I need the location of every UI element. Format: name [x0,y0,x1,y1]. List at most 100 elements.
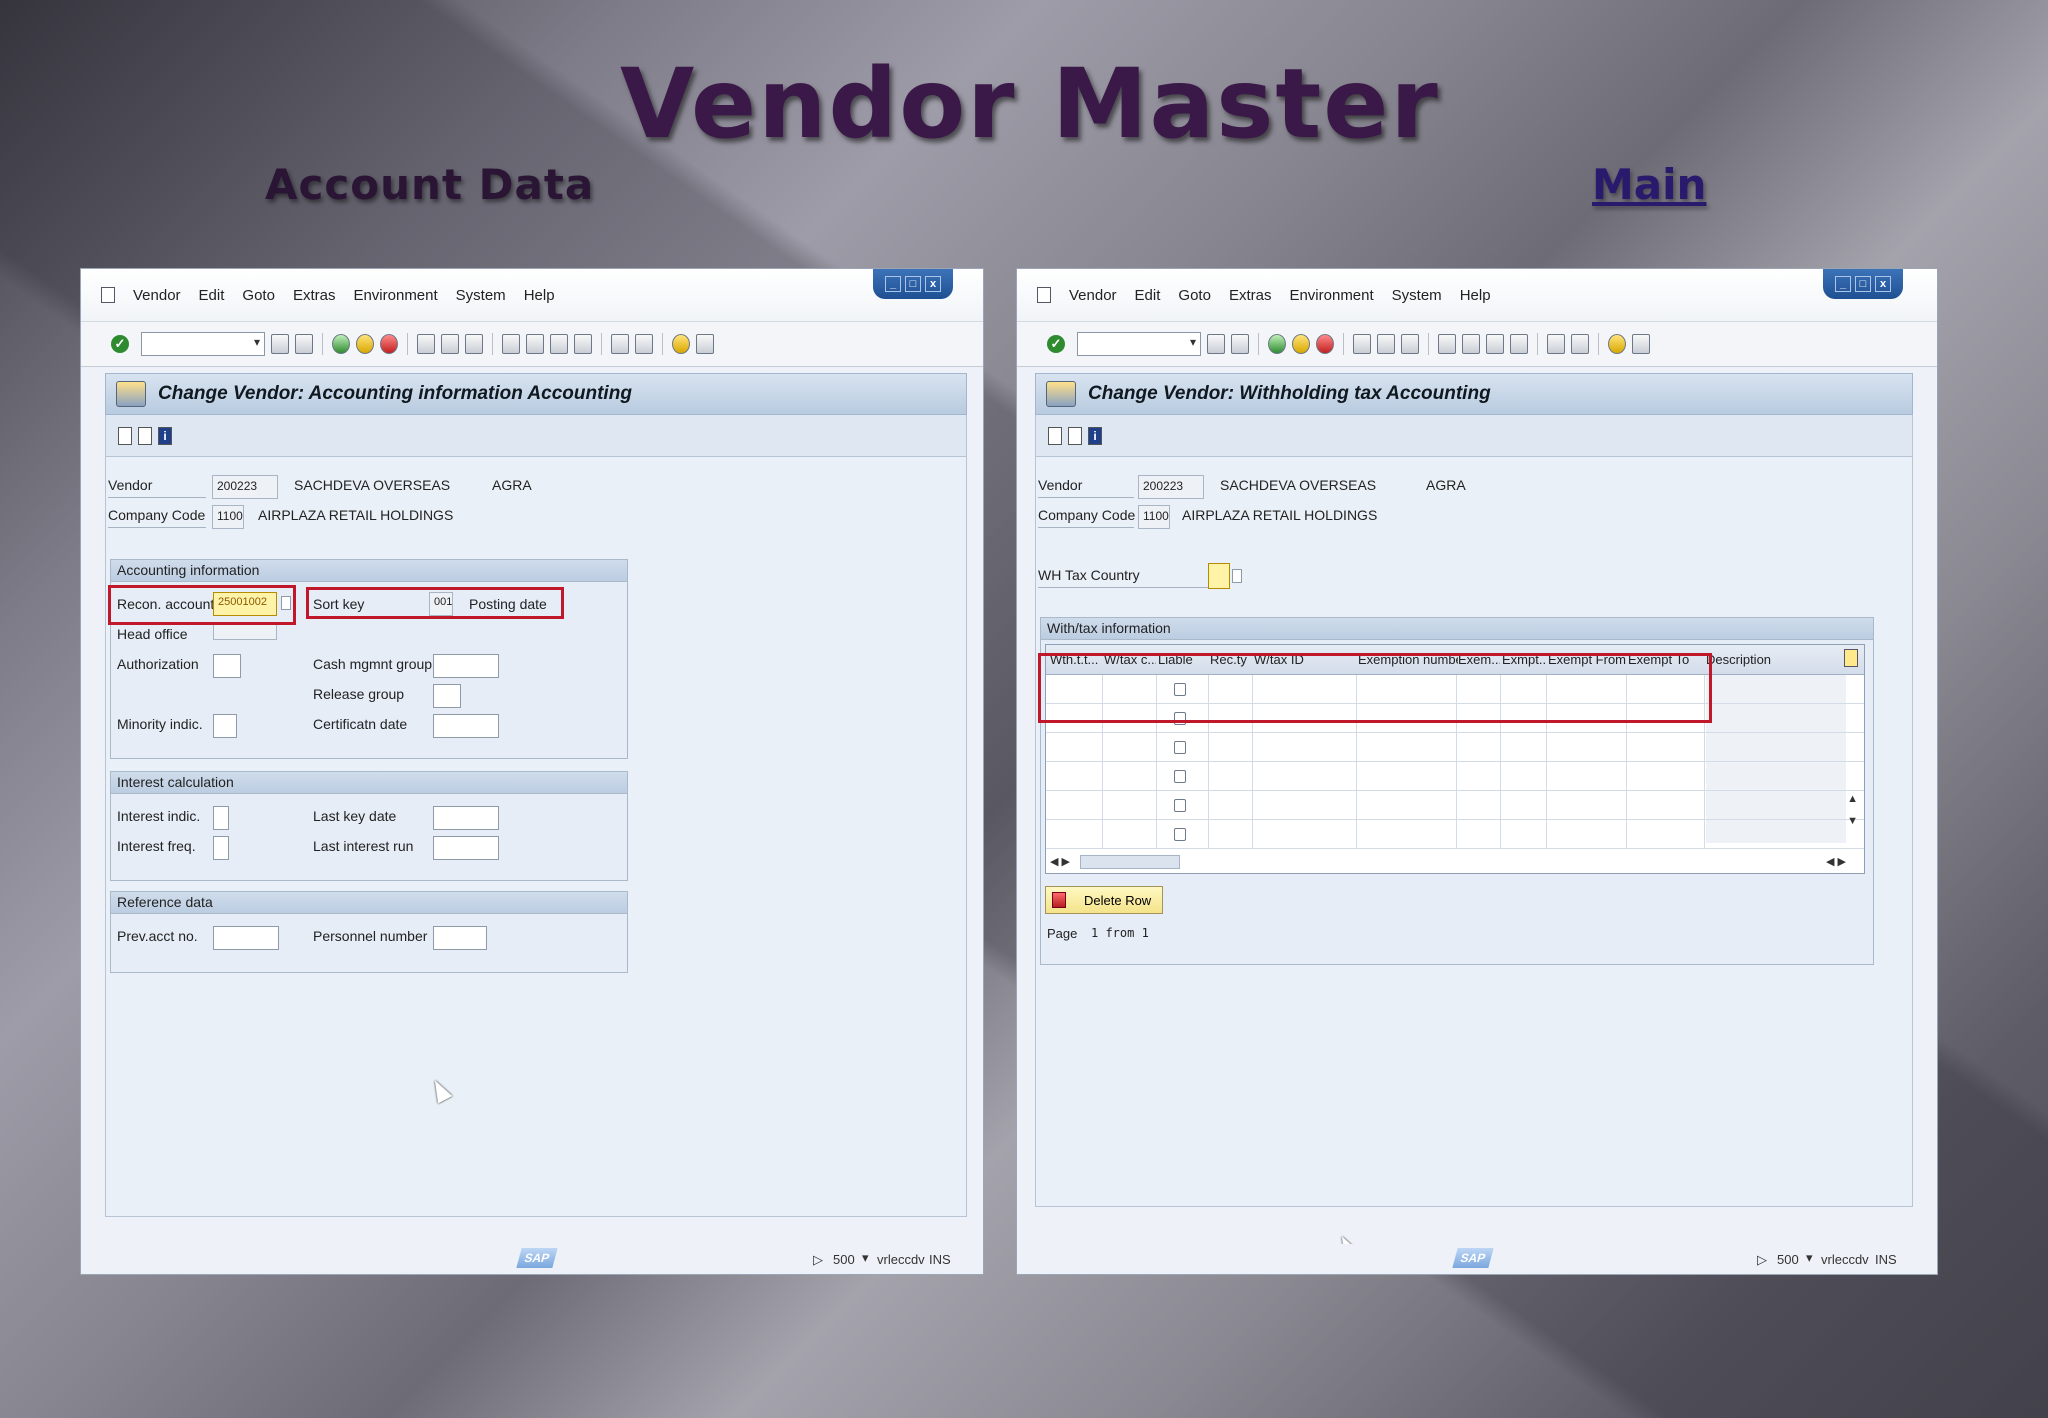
layout-menu-icon[interactable] [696,334,714,354]
menu-edit[interactable]: Edit [1135,287,1161,304]
help-icon[interactable] [672,334,690,354]
exit-icon[interactable] [356,334,374,354]
menu-document-icon[interactable] [101,287,115,303]
table-row[interactable] [1046,733,1864,762]
status-dropdown-icon[interactable]: ▾ [1806,1250,1813,1266]
head-office-field[interactable] [213,624,277,640]
interest-freq-field[interactable] [213,836,229,860]
cancel-icon[interactable] [380,334,398,354]
back-arrow-icon[interactable] [271,334,289,354]
enter-check-icon[interactable]: ✓ [1047,335,1065,353]
help-icon[interactable] [1608,334,1626,354]
previous-page-icon[interactable] [1462,334,1480,354]
table-row[interactable] [1046,820,1864,849]
status-arrow-icon[interactable]: ▷ [813,1252,823,1268]
status-arrow-icon[interactable]: ▷ [1757,1252,1767,1268]
print-icon[interactable] [417,334,435,354]
minimize-icon[interactable]: _ [885,276,901,292]
authorization-field[interactable] [213,654,241,678]
shortcut-icon[interactable] [1571,334,1589,354]
wh-tax-country-field[interactable] [1208,563,1230,589]
shortcut-icon[interactable] [635,334,653,354]
new-session-icon[interactable] [611,334,629,354]
menu-system[interactable]: System [456,287,506,304]
back-icon[interactable] [1268,334,1286,354]
info-icon[interactable]: i [1088,426,1102,445]
command-field[interactable] [141,332,265,356]
layout-menu-icon[interactable] [1632,334,1650,354]
liable-checkbox[interactable] [1174,828,1186,841]
maximize-icon[interactable]: □ [1855,276,1871,292]
menu-document-icon[interactable] [1037,287,1051,303]
menu-environment[interactable]: Environment [1289,287,1373,304]
last-interest-run-field[interactable] [433,836,499,860]
minority-indic-field[interactable] [213,714,237,738]
find-next-icon[interactable] [465,334,483,354]
liable-checkbox[interactable] [1174,799,1186,812]
menu-extras[interactable]: Extras [293,287,336,304]
next-page-icon[interactable] [550,334,568,354]
menu-extras[interactable]: Extras [1229,287,1272,304]
display-change-icon[interactable] [1068,426,1082,445]
liable-checkbox[interactable] [1174,770,1186,783]
other-vendor-icon[interactable] [1048,426,1062,445]
command-field[interactable] [1077,332,1201,356]
save-icon[interactable] [295,334,313,354]
certificatn-date-field[interactable] [433,714,499,738]
personnel-number-field[interactable] [433,926,487,950]
display-change-icon[interactable] [138,426,152,445]
find-icon[interactable] [441,334,459,354]
last-page-icon[interactable] [574,334,592,354]
menu-goto[interactable]: Goto [242,287,275,304]
last-page-icon[interactable] [1510,334,1528,354]
menu-environment[interactable]: Environment [353,287,437,304]
menu-help[interactable]: Help [1460,287,1491,304]
scroll-down-icon[interactable]: ▼ [1847,815,1858,827]
menu-edit[interactable]: Edit [199,287,225,304]
find-icon[interactable] [1377,334,1395,354]
table-settings-icon[interactable] [1844,649,1858,667]
find-next-icon[interactable] [1401,334,1419,354]
search-help-icon[interactable] [1232,569,1242,583]
menu-vendor[interactable]: Vendor [133,287,181,304]
close-icon[interactable]: x [925,276,941,292]
delete-row-button[interactable]: Delete Row [1045,886,1163,914]
print-icon[interactable] [1353,334,1371,354]
scroll-up-icon[interactable]: ▲ [1847,793,1858,805]
first-page-icon[interactable] [1438,334,1456,354]
interest-indic-field[interactable] [213,806,229,830]
close-icon[interactable]: x [1875,276,1891,292]
scroll-left-icon[interactable]: ◀ ▶ [1050,855,1070,868]
last-key-date-field[interactable] [433,806,499,830]
menu-system[interactable]: System [1392,287,1442,304]
group-header: Reference data [111,892,627,914]
menu-vendor[interactable]: Vendor [1069,287,1117,304]
main-link[interactable]: Main [1592,160,1706,209]
minimize-icon[interactable]: _ [1835,276,1851,292]
scroll-right-icon[interactable]: ◀ ▶ [1826,855,1846,868]
release-group-field[interactable] [433,684,461,708]
cash-mgmt-field[interactable] [433,654,499,678]
table-row[interactable] [1046,762,1864,791]
menu-help[interactable]: Help [524,287,555,304]
status-dropdown-icon[interactable]: ▾ [862,1250,869,1266]
menu-goto[interactable]: Goto [1178,287,1211,304]
back-icon[interactable] [332,334,350,354]
table-row[interactable] [1046,791,1864,820]
save-icon[interactable] [1231,334,1249,354]
next-page-icon[interactable] [1486,334,1504,354]
col-header-description[interactable]: Description [1706,652,1836,667]
new-session-icon[interactable] [1547,334,1565,354]
info-icon[interactable]: i [158,426,172,445]
exit-icon[interactable] [1292,334,1310,354]
enter-check-icon[interactable]: ✓ [111,335,129,353]
prev-acct-field[interactable] [213,926,279,950]
back-arrow-icon[interactable] [1207,334,1225,354]
other-vendor-icon[interactable] [118,426,132,445]
horizontal-scrollbar[interactable] [1080,855,1180,869]
previous-page-icon[interactable] [526,334,544,354]
maximize-icon[interactable]: □ [905,276,921,292]
cancel-icon[interactable] [1316,334,1334,354]
first-page-icon[interactable] [502,334,520,354]
liable-checkbox[interactable] [1174,741,1186,754]
